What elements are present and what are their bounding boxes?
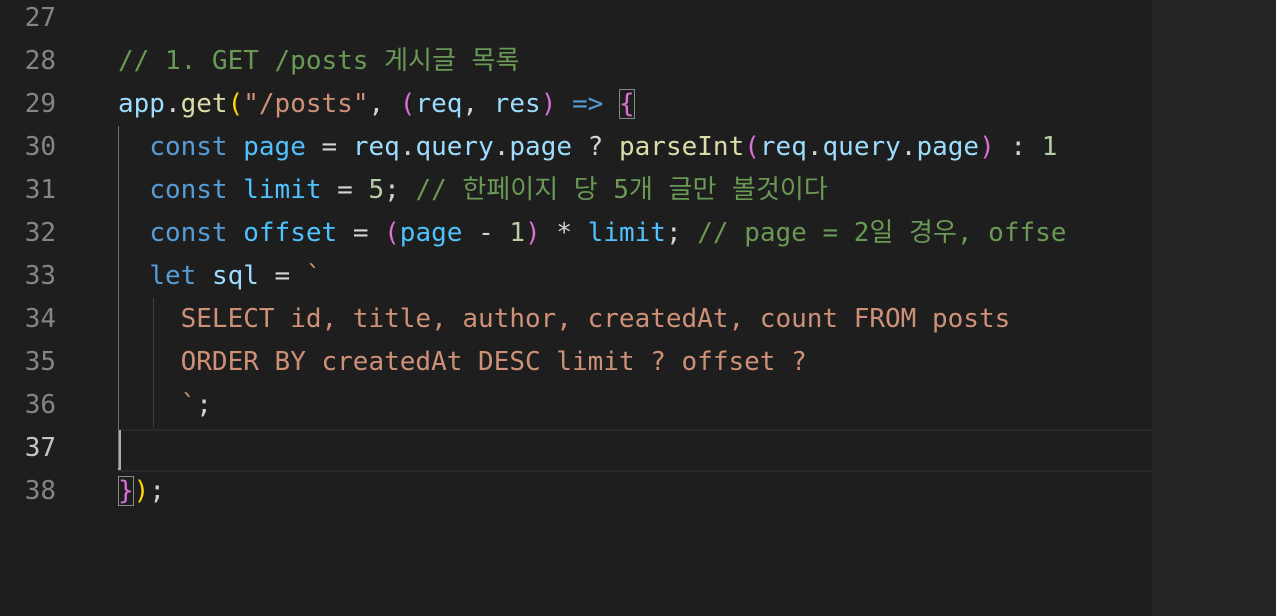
function-name: get (180, 89, 228, 119)
code-line[interactable]: 27 (0, 0, 1152, 40)
identifier: sql (211, 261, 259, 291)
identifier: page (399, 218, 463, 248)
identifier: req (759, 132, 807, 162)
identifier: app (118, 89, 165, 119)
code-line[interactable]: 32 const offset = (page - 1) * limit; //… (0, 212, 1152, 255)
identifier: query (415, 132, 494, 162)
punctuation: ; (384, 175, 416, 205)
identifier: req (352, 132, 400, 162)
template-literal: ` (305, 261, 322, 291)
bracket: ( (744, 132, 760, 162)
line-content: let sql = ` (118, 255, 322, 298)
bracket: ) (133, 476, 150, 506)
comment: // 1. GET /posts 게시글 목록 (118, 46, 520, 76)
comment: // page = 2일 경우, offse (697, 218, 1067, 248)
line-number: 33 (24, 261, 56, 291)
line-content: const limit = 5; // 한페이지 당 5개 글만 볼것이다 (118, 169, 828, 212)
code-line[interactable]: 28 // 1. GET /posts 게시글 목록 (0, 40, 1152, 83)
identifier: offset (243, 218, 338, 248)
parameter: req (415, 89, 463, 119)
number-literal: 5 (368, 175, 385, 205)
identifier: page (509, 132, 573, 162)
punctuation: ; (665, 218, 698, 248)
operator: = (305, 132, 353, 162)
line-content: const offset = (page - 1) * limit; // pa… (118, 212, 1066, 255)
line-content: ORDER BY createdAt DESC limit ? offset ? (118, 341, 807, 384)
identifier: page (243, 132, 306, 162)
arrow-operator: => (556, 89, 619, 119)
line-number: 38 (24, 476, 56, 506)
line-number: 29 (24, 89, 56, 119)
identifier: limit (587, 218, 666, 248)
code-line[interactable]: 30 const page = req.query.page ? parseIn… (0, 126, 1152, 169)
punctuation: , (368, 89, 400, 119)
line-number: 36 (24, 390, 56, 420)
keyword: const (149, 175, 228, 205)
punctuation: . (806, 132, 823, 162)
minimap[interactable] (1152, 0, 1276, 616)
bracket: ) (540, 89, 557, 119)
line-number: 31 (24, 175, 56, 205)
punctuation: . (399, 132, 416, 162)
line-content: `; (118, 384, 212, 427)
bracket: ) (979, 132, 995, 162)
code-line[interactable]: 29 app.get("/posts", (req, res) => { (0, 83, 1152, 126)
operator: : (994, 132, 1042, 162)
line-content: SELECT id, title, author, createdAt, cou… (118, 298, 1011, 341)
punctuation: ; (149, 476, 165, 506)
line-number: 34 (24, 304, 56, 334)
line-content: const page = req.query.page ? parseInt(r… (118, 126, 1057, 169)
template-literal: SELECT id, title, author, createdAt, cou… (180, 304, 1011, 334)
code-line[interactable]: 36 `; (0, 384, 1152, 427)
identifier: limit (243, 175, 322, 205)
line-content: app.get("/posts", (req, res) => { (118, 83, 635, 126)
keyword: const (149, 132, 228, 162)
line-number: 30 (24, 132, 56, 162)
code-line[interactable]: 38 }); (0, 470, 1152, 513)
line-content: // 1. GET /posts 게시글 목록 (118, 40, 519, 83)
line-number: 27 (24, 3, 56, 33)
operator: ? (572, 132, 619, 162)
code-editor[interactable]: 27 28 // 1. GET /posts 게시글 목록 29 app.get… (0, 0, 1276, 616)
line-number: 35 (24, 347, 56, 377)
line-number-active: 37 (24, 433, 56, 463)
identifier: page (916, 132, 980, 162)
punctuation: , (462, 89, 494, 119)
template-literal: ORDER BY createdAt DESC limit ? offset ? (180, 347, 807, 377)
keyword: const (149, 218, 228, 248)
line-number: 32 (24, 218, 56, 248)
operator: * (540, 218, 588, 248)
identifier: query (822, 132, 901, 162)
matched-bracket: } (118, 476, 134, 506)
code-line[interactable]: 35 ORDER BY createdAt DESC limit ? offse… (0, 341, 1152, 384)
bracket: ( (227, 89, 244, 119)
number-literal: 1 (1041, 132, 1058, 162)
number-literal: 1 (509, 218, 526, 248)
matched-bracket: { (618, 89, 635, 119)
function-name: parseInt (619, 132, 745, 162)
bracket: ) (525, 218, 541, 248)
punctuation: . (493, 132, 510, 162)
parameter: res (493, 89, 541, 119)
string-literal: "/posts" (243, 89, 369, 119)
bracket: ( (384, 218, 400, 248)
template-literal: ` (180, 390, 197, 420)
comment: // 한페이지 당 5개 글만 볼것이다 (415, 175, 828, 205)
operator: - (462, 218, 510, 248)
code-line[interactable]: 33 let sql = ` (0, 255, 1152, 298)
line-number: 28 (24, 46, 56, 76)
code-line[interactable]: 31 const limit = 5; // 한페이지 당 5개 글만 볼것이다 (0, 169, 1152, 212)
operator: = (258, 261, 306, 291)
bracket: ( (399, 89, 416, 119)
code-line[interactable]: 34 SELECT id, title, author, createdAt, … (0, 298, 1152, 341)
punctuation: ; (196, 390, 212, 420)
operator: = (321, 175, 369, 205)
punctuation: . (164, 89, 181, 119)
line-content: }); (118, 470, 165, 513)
keyword: let (149, 261, 197, 291)
operator: = (337, 218, 385, 248)
punctuation: . (900, 132, 917, 162)
code-line-active[interactable]: 37 (0, 427, 1152, 470)
